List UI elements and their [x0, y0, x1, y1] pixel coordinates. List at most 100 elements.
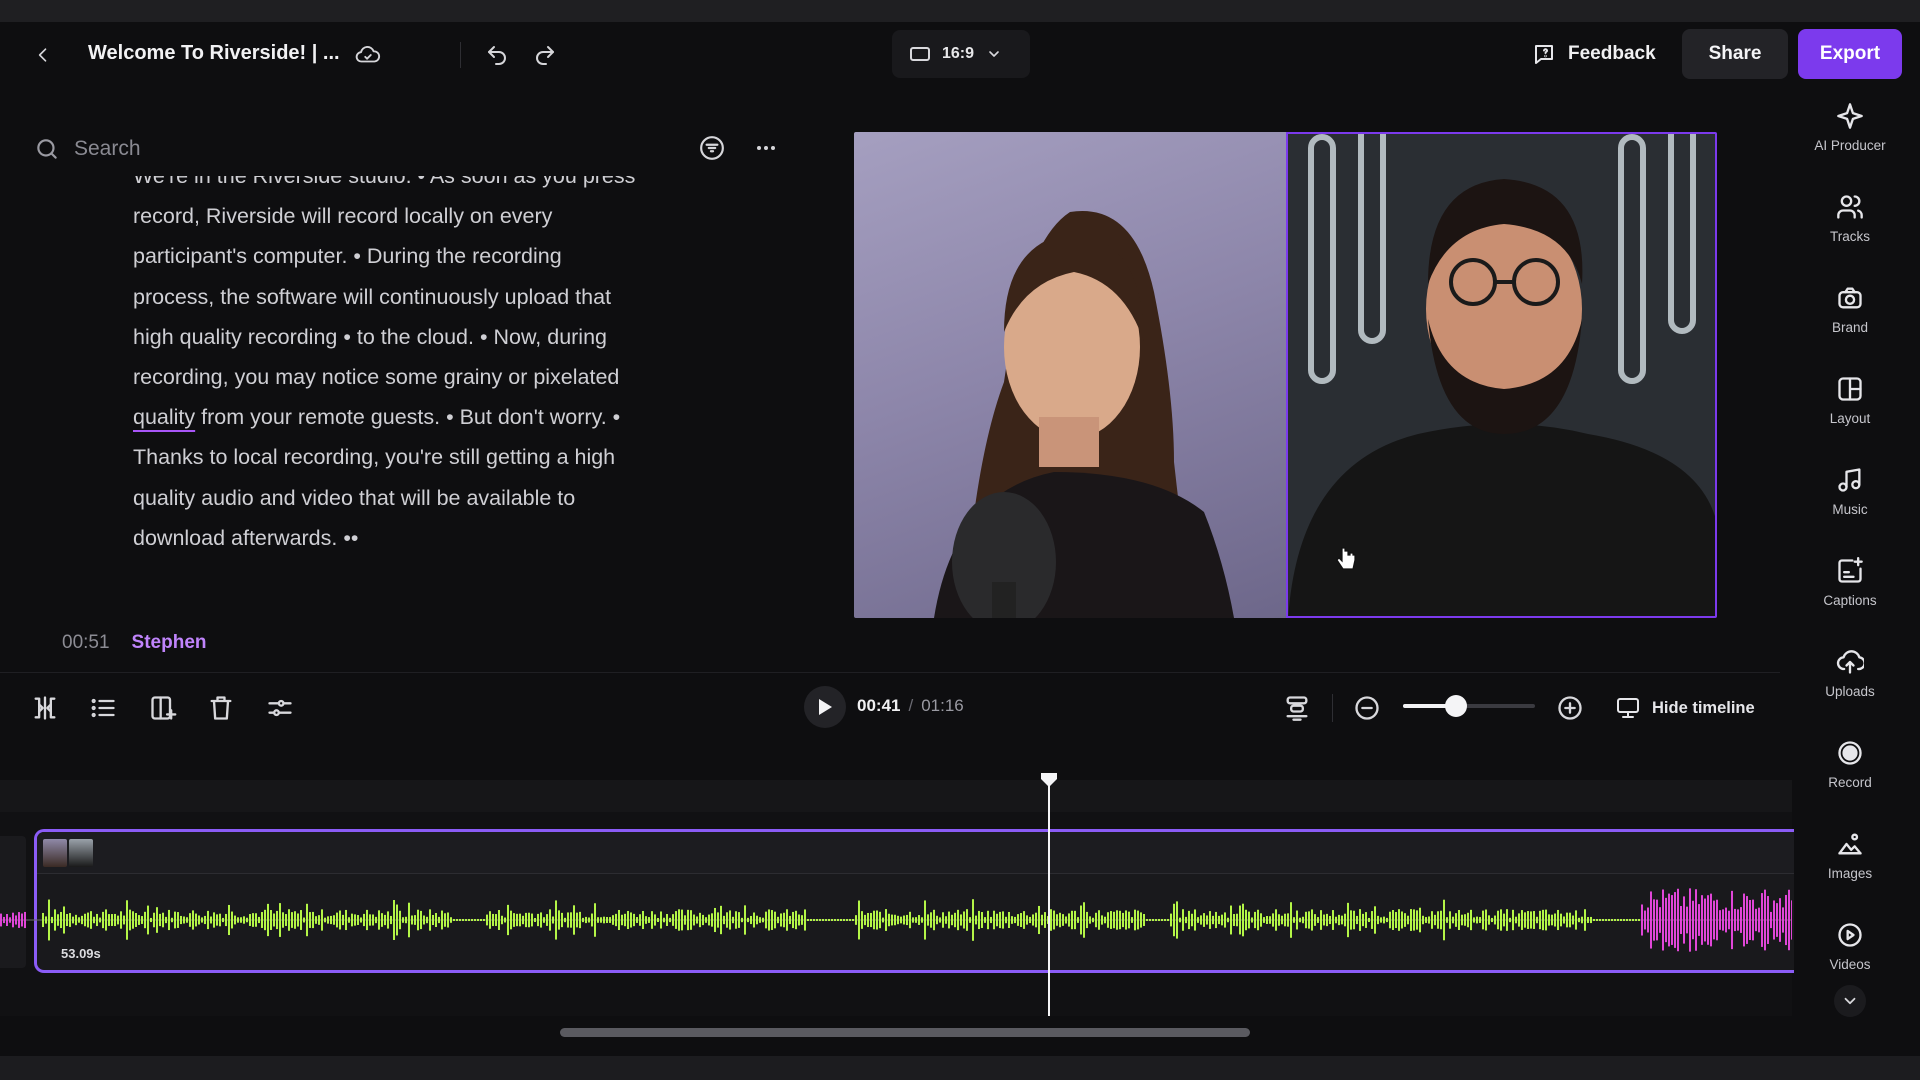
- video-preview[interactable]: [854, 132, 1717, 618]
- redo-button[interactable]: [530, 40, 560, 70]
- waveform-bar: [1356, 915, 1358, 925]
- waveform-bar: [1227, 917, 1229, 923]
- waveform-bar: [612, 915, 614, 925]
- rail-item-images[interactable]: Images: [1796, 820, 1904, 898]
- filter-button[interactable]: [696, 132, 728, 164]
- waveform-bar: [531, 913, 533, 927]
- waveform-bar: [1641, 904, 1643, 936]
- share-button[interactable]: Share: [1682, 29, 1788, 79]
- waveform-bar: [213, 912, 215, 928]
- more-options-button[interactable]: [750, 132, 782, 164]
- zoom-in-button[interactable]: [1552, 690, 1588, 726]
- waveform-bar: [1161, 919, 1163, 921]
- zoom-slider-handle[interactable]: [1444, 695, 1467, 717]
- playhead-handle-icon[interactable]: [1040, 772, 1058, 788]
- waveform-bar: [1155, 919, 1157, 921]
- feedback-button[interactable]: Feedback: [1520, 30, 1668, 78]
- waveform-bar: [192, 910, 194, 930]
- host-video-image: [934, 211, 1234, 618]
- waveform-bar: [957, 909, 959, 931]
- waveform-bar: [750, 915, 752, 925]
- aspect-ratio-dropdown[interactable]: 16:9: [892, 30, 1030, 78]
- split-button[interactable]: [27, 690, 63, 726]
- waveform-bar: [384, 914, 386, 926]
- playhead-line[interactable]: [1048, 780, 1050, 1016]
- back-button[interactable]: [30, 42, 56, 68]
- waveform-bar: [1266, 915, 1268, 925]
- rail-item-captions[interactable]: Captions: [1796, 547, 1904, 625]
- rail-item-tracks[interactable]: Tracks: [1796, 183, 1904, 261]
- waveform-bar: [903, 915, 905, 925]
- playback-time: 00:41 / 01:16: [857, 696, 964, 716]
- waveform-bar: [489, 911, 491, 929]
- waveform-bar: [1101, 915, 1103, 925]
- waveform-bar: [564, 917, 566, 923]
- waveform-bar: [1518, 913, 1520, 927]
- rail-item-uploads[interactable]: Uploads: [1796, 638, 1904, 716]
- waveform-bar: [792, 911, 794, 929]
- timeline-ruler[interactable]: [0, 780, 1792, 812]
- waveform-bar: [615, 913, 617, 927]
- zoom-slider[interactable]: [1403, 704, 1535, 708]
- waveform-bar: [1401, 911, 1403, 929]
- transcript-line: record, Riverside will record locally on…: [133, 204, 553, 229]
- adjust-button[interactable]: [262, 690, 298, 726]
- waveform-bar: [834, 919, 836, 921]
- rail-item-music[interactable]: Music: [1796, 456, 1904, 534]
- waveform-bar: [1593, 919, 1595, 921]
- hide-timeline-label: Hide timeline: [1652, 698, 1755, 717]
- waveform-bar: [1578, 917, 1580, 923]
- undo-button[interactable]: [482, 40, 512, 70]
- waveform-bar: [126, 900, 128, 940]
- waveform-bar: [900, 916, 902, 924]
- rail-item-videos[interactable]: Videos: [1796, 911, 1904, 989]
- transcript-search[interactable]: Search: [34, 132, 534, 166]
- waveform-bar: [1488, 915, 1490, 925]
- waveform-bar: [1662, 889, 1664, 951]
- header-divider: [460, 42, 461, 68]
- add-layout-button[interactable]: [145, 690, 181, 726]
- waveform-bar: [1596, 919, 1598, 921]
- waveform-bar: [147, 905, 149, 935]
- waveform-bar: [1338, 914, 1340, 926]
- waveform-bar: [495, 914, 497, 926]
- project-title[interactable]: Welcome To Riverside! | ...: [88, 42, 340, 65]
- waveform-bar: [960, 914, 962, 926]
- rail-item-layout[interactable]: Layout: [1796, 365, 1904, 443]
- rail-more-button[interactable]: [1834, 985, 1866, 1017]
- waveform-bar: [216, 914, 218, 926]
- rail-item-record[interactable]: Record: [1796, 729, 1904, 807]
- waveform-bar: [75, 914, 77, 926]
- highlighted-word[interactable]: quality: [133, 405, 195, 429]
- zoom-out-button[interactable]: [1349, 690, 1385, 726]
- timeline-scrollbar[interactable]: [560, 1028, 1250, 1037]
- waveform-bar: [393, 900, 395, 940]
- waveform-bar: [102, 911, 104, 929]
- waveform-bar: [1362, 913, 1364, 927]
- waveform-bar: [1710, 893, 1712, 947]
- waveform-bar: [387, 911, 389, 929]
- rail-label: Videos: [1829, 957, 1871, 972]
- waveform-bar: [1368, 917, 1370, 923]
- transcript-text[interactable]: We're in the Riverside studio. • As soon…: [133, 176, 693, 576]
- next-speaker-row[interactable]: 00:51 Stephen: [62, 632, 207, 654]
- waveform-bar: [1422, 915, 1424, 925]
- waveform-bar: [915, 917, 917, 923]
- cloud-sync-button[interactable]: [352, 40, 384, 70]
- host-camera-feed[interactable]: [854, 132, 1286, 618]
- play-button[interactable]: [804, 686, 846, 728]
- thumbnail-host: [43, 839, 67, 867]
- delete-button[interactable]: [203, 690, 239, 726]
- list-icon: [91, 698, 115, 718]
- rail-label: Images: [1827, 866, 1873, 881]
- waveform-bar: [1095, 912, 1097, 928]
- rail-item-ai-producer[interactable]: AI Producer: [1796, 92, 1904, 170]
- audio-waveform[interactable]: [0, 880, 1792, 960]
- waveform-bar: [672, 914, 674, 926]
- waveform-bar: [1347, 902, 1349, 938]
- chapters-button[interactable]: [85, 690, 121, 726]
- export-button[interactable]: Export: [1798, 29, 1902, 79]
- align-button[interactable]: [1279, 690, 1315, 726]
- rail-item-brand[interactable]: Brand: [1796, 274, 1904, 352]
- hide-timeline-button[interactable]: Hide timeline: [1616, 690, 1755, 726]
